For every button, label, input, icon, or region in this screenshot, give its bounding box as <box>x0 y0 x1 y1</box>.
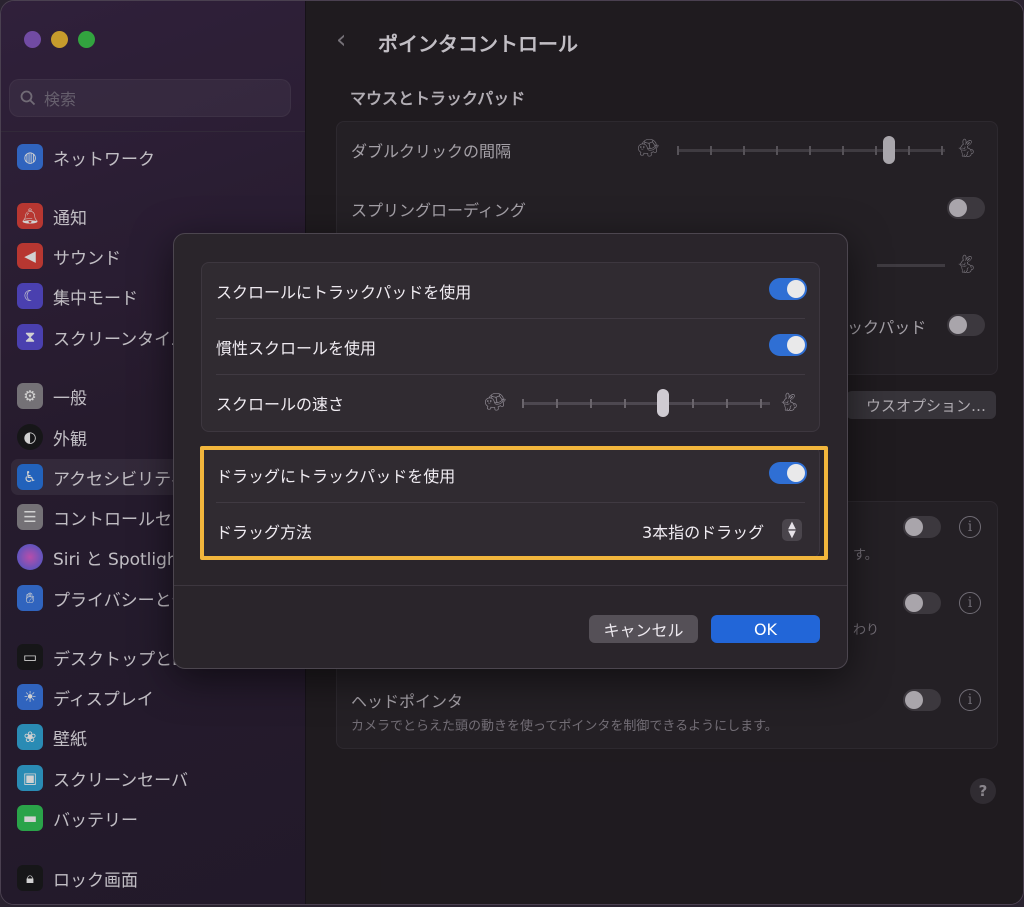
slider-tick <box>590 399 592 408</box>
slider-tick <box>522 399 524 408</box>
inertia-scroll-toggle[interactable] <box>769 334 807 356</box>
inertia-scroll-label: 慣性スクロールを使用 <box>216 339 377 358</box>
scroll-trackpad-row: スクロールにトラックパッドを使用 <box>202 263 819 319</box>
scroll-speed-slider-knob[interactable] <box>657 389 669 417</box>
slider-tick <box>692 399 694 408</box>
scroll-trackpad-toggle[interactable] <box>769 278 807 300</box>
slider-tick <box>556 399 558 408</box>
slider-tick <box>624 399 626 408</box>
slider-tick <box>726 399 728 408</box>
scroll-speed-row: スクロールの速さ 🐢︎ 🐇︎ <box>202 375 819 431</box>
ok-button[interactable]: OK <box>711 615 820 643</box>
highlight-box <box>200 446 828 560</box>
scroll-speed-label: スクロールの速さ <box>216 395 345 414</box>
slider-tick <box>760 399 762 408</box>
scroll-speed-slider[interactable] <box>522 402 770 405</box>
cancel-button[interactable]: キャンセル <box>589 615 698 643</box>
scroll-options-group: スクロールにトラックパッドを使用 慣性スクロールを使用 スクロールの速さ 🐢︎ … <box>201 262 820 432</box>
footer-divider <box>174 585 847 586</box>
rabbit-icon: 🐇︎ <box>778 392 801 413</box>
scroll-trackpad-label: スクロールにトラックパッドを使用 <box>216 283 472 302</box>
inertia-scroll-row: 慣性スクロールを使用 <box>202 319 819 375</box>
turtle-icon: 🐢︎ <box>484 392 507 413</box>
